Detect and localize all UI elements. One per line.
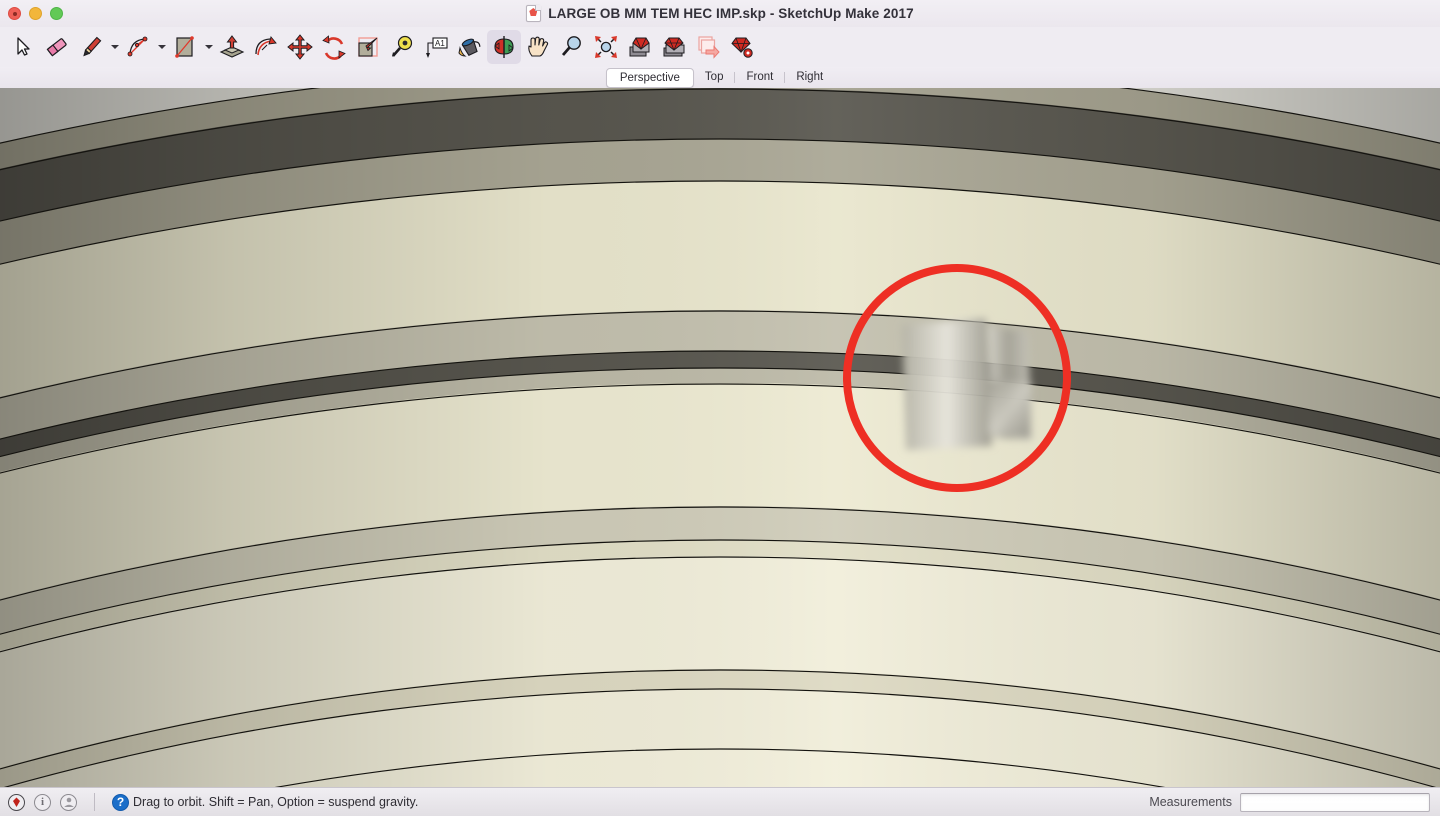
pushpull-tool[interactable] [215, 30, 249, 64]
geometry-artifact-patch [902, 318, 1032, 450]
share-model-tool[interactable] [691, 30, 725, 64]
ruby-stack-icon [629, 37, 650, 57]
text-tool[interactable]: A1 [419, 30, 453, 64]
follow-me-icon [255, 36, 277, 56]
rotate-arrows-icon [322, 35, 346, 60]
ruby-gear-icon [731, 37, 753, 58]
zoom-tool[interactable] [555, 30, 589, 64]
tape-measure-icon [392, 35, 413, 57]
ruby-console-tool[interactable] [725, 30, 759, 64]
3d-warehouse-tool[interactable] [657, 30, 691, 64]
tab-right[interactable]: Right [785, 68, 834, 87]
rectangle-tool[interactable] [168, 30, 202, 64]
scale-tool[interactable] [351, 30, 385, 64]
pencil-icon [83, 36, 102, 57]
pan-tool[interactable] [521, 30, 555, 64]
sketchup-logo-icon[interactable] [8, 793, 25, 811]
help-icon[interactable]: ? [112, 793, 129, 811]
arc-icon [127, 36, 148, 57]
zoom-extents-icon [595, 36, 617, 58]
svg-text:A1: A1 [435, 39, 445, 48]
extension-warehouse-tool[interactable] [623, 30, 657, 64]
move-arrows-icon [287, 34, 313, 60]
viewport-shading [0, 88, 1440, 787]
arrow-cursor-icon [17, 37, 30, 56]
eraser-icon [46, 38, 67, 57]
title-center-group: LARGE OB MM TEM HEC IMP.skp - SketchUp M… [0, 0, 1440, 27]
main-toolbar: A1 [0, 27, 1440, 67]
select-tool[interactable] [6, 30, 40, 64]
measurements-input[interactable] [1240, 792, 1430, 812]
view-tab-bar: Perspective Top Front Right [0, 67, 1440, 88]
text-label-icon: A1 [426, 37, 448, 58]
tab-front[interactable]: Front [735, 68, 784, 87]
model-render [0, 88, 1440, 787]
rotate-tool[interactable] [317, 30, 351, 64]
account-icon[interactable] [60, 793, 77, 811]
scale-icon [358, 37, 378, 57]
sketchup-glyph [13, 797, 20, 807]
tab-perspective[interactable]: Perspective [605, 67, 694, 88]
magnifier-icon [561, 36, 581, 56]
orbit-icon [494, 36, 514, 58]
paint-bucket-icon [458, 38, 481, 57]
sketchup-window: LARGE OB MM TEM HEC IMP.skp - SketchUp M… [0, 0, 1440, 816]
3d-model-viewport[interactable] [0, 88, 1440, 787]
view-tab-group: Perspective Top Front Right [605, 67, 834, 88]
eraser-tool[interactable] [40, 30, 74, 64]
rectangle-icon [175, 36, 194, 58]
paint-bucket-tool[interactable] [453, 30, 487, 64]
status-bar: i ? Drag to orbit. Shift = Pan, Option =… [0, 787, 1440, 816]
person-glyph [63, 797, 74, 807]
status-hint-text: Drag to orbit. Shift = Pan, Option = sus… [133, 795, 419, 809]
measurements-label: Measurements [1149, 795, 1232, 809]
skp-document-icon [526, 5, 542, 22]
move-tool[interactable] [283, 30, 317, 64]
orbit-tool[interactable] [487, 30, 521, 64]
ruby-gem-stack-icon [663, 37, 685, 57]
tape-measure-tool[interactable] [385, 30, 419, 64]
tab-top[interactable]: Top [694, 68, 735, 87]
status-divider [94, 793, 95, 811]
status-icon-group: i ? [0, 793, 129, 811]
followme-tool[interactable] [249, 30, 283, 64]
line-tool-dropdown[interactable] [108, 30, 121, 64]
push-pull-icon [219, 35, 245, 58]
share-model-icon [698, 36, 720, 59]
rectangle-tool-dropdown[interactable] [202, 30, 215, 64]
arc-tool-dropdown[interactable] [155, 30, 168, 64]
window-title: LARGE OB MM TEM HEC IMP.skp - SketchUp M… [548, 6, 914, 21]
title-bar: LARGE OB MM TEM HEC IMP.skp - SketchUp M… [0, 0, 1440, 27]
arc-tool[interactable] [121, 30, 155, 64]
info-icon[interactable]: i [34, 793, 51, 811]
hand-icon [528, 36, 549, 57]
line-tool[interactable] [74, 30, 108, 64]
zoom-extents-tool[interactable] [589, 30, 623, 64]
